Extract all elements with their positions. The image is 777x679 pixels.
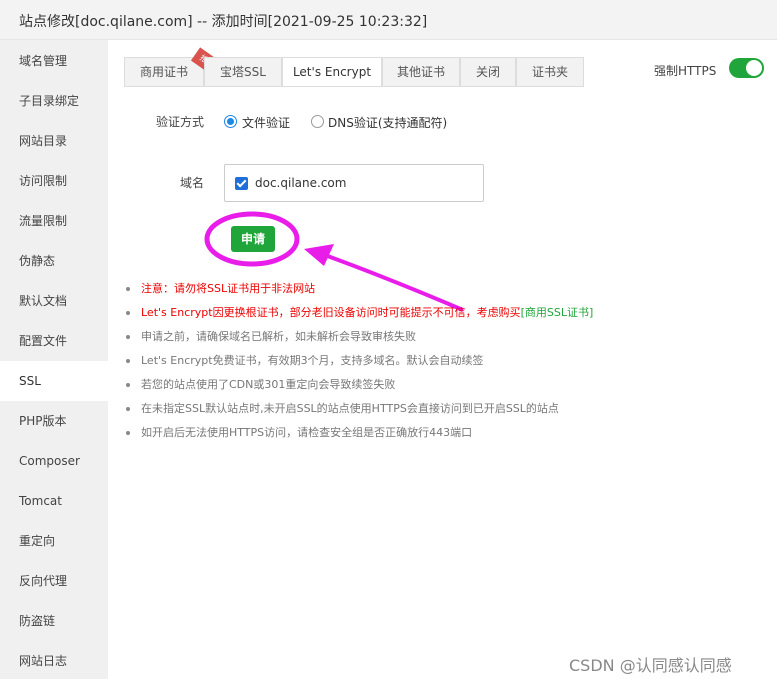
force-https-label: 强制HTTPS bbox=[654, 64, 717, 78]
window-titlebar: 站点修改[doc.qilane.com] -- 添加时间[2021-09-25 … bbox=[0, 0, 777, 40]
ssl-notes-list: 注意：请勿将SSL证书用于非法网站 Let's Encrypt因更换根证书，部分… bbox=[124, 281, 764, 449]
commercial-ssl-link[interactable]: [商用SSL证书] bbox=[521, 306, 594, 319]
sidebar-item-reverse-proxy[interactable]: 反向代理 bbox=[0, 561, 108, 601]
dns-verify-label[interactable]: DNS验证(支持通配符) bbox=[328, 114, 447, 131]
tab-baota-ssl[interactable]: 宝塔SSL bbox=[204, 57, 282, 87]
sidebar-item-default-doc[interactable]: 默认文档 bbox=[0, 281, 108, 321]
note-text: Let's Encrypt因更换根证书，部分老旧设备访问时可能提示不可信，考虑购… bbox=[141, 306, 521, 319]
sidebar-item-site-directory[interactable]: 网站目录 bbox=[0, 121, 108, 161]
tab-close[interactable]: 关闭 bbox=[460, 57, 516, 87]
note-item: 注意：请勿将SSL证书用于非法网站 bbox=[124, 281, 764, 305]
tab-cert-folder[interactable]: 证书夹 bbox=[516, 57, 584, 87]
sidebar-item-subdir-binding[interactable]: 子目录绑定 bbox=[0, 81, 108, 121]
sidebar-item-tomcat[interactable]: Tomcat bbox=[0, 481, 108, 521]
note-item: Let's Encrypt因更换根证书，部分老旧设备访问时可能提示不可信，考虑购… bbox=[124, 305, 764, 329]
toggle-knob bbox=[746, 60, 762, 76]
tab-label: 商用证书 bbox=[139, 65, 188, 79]
ssl-panel: 商用证书 推荐 宝塔SSL Let's Encrypt 其他证书 关闭 证书夹 … bbox=[108, 40, 777, 679]
file-verify-radio[interactable] bbox=[224, 115, 237, 128]
sidebar-item-composer[interactable]: Composer bbox=[0, 441, 108, 481]
sidebar-item-access-limit[interactable]: 访问限制 bbox=[0, 161, 108, 201]
sidebar-item-config-file[interactable]: 配置文件 bbox=[0, 321, 108, 361]
sidebar: 域名管理 子目录绑定 网站目录 访问限制 流量限制 伪静态 默认文档 配置文件 … bbox=[0, 40, 108, 679]
note-item: 如开启后无法使用HTTPS访问，请检查安全组是否正确放行443端口 bbox=[124, 425, 764, 449]
watermark: CSDN @认同感认同感 bbox=[569, 656, 732, 675]
sidebar-item-rewrite[interactable]: 伪静态 bbox=[0, 241, 108, 281]
sidebar-item-traffic-limit[interactable]: 流量限制 bbox=[0, 201, 108, 241]
tab-lets-encrypt[interactable]: Let's Encrypt bbox=[282, 57, 382, 87]
sidebar-item-php-version[interactable]: PHP版本 bbox=[0, 401, 108, 441]
note-item: 若您的站点使用了CDN或301重定向会导致续签失败 bbox=[124, 377, 764, 401]
domain-label: 域名 bbox=[180, 176, 205, 190]
sidebar-item-hotlink-protection[interactable]: 防盗链 bbox=[0, 601, 108, 641]
force-https-toggle[interactable] bbox=[729, 58, 764, 78]
apply-button[interactable]: 申请 bbox=[231, 226, 275, 252]
sidebar-item-site-log[interactable]: 网站日志 bbox=[0, 641, 108, 679]
note-item: 在未指定SSL默认站点时,未开启SSL的站点使用HTTPS会直接访问到已开启SS… bbox=[124, 401, 764, 425]
annotation-arrow-head bbox=[304, 244, 334, 266]
domain-checkbox[interactable] bbox=[235, 177, 248, 190]
verify-method-label: 验证方式 bbox=[156, 115, 205, 129]
sidebar-item-domain[interactable]: 域名管理 bbox=[0, 41, 108, 81]
domain-name[interactable]: doc.qilane.com bbox=[255, 176, 346, 190]
tab-other-cert[interactable]: 其他证书 bbox=[382, 57, 460, 87]
tabs-divider bbox=[124, 86, 584, 87]
sidebar-item-ssl[interactable]: SSL bbox=[0, 361, 108, 401]
domain-list-box: doc.qilane.com bbox=[224, 164, 484, 202]
note-item: Let's Encrypt免费证书，有效期3个月，支持多域名。默认会自动续签 bbox=[124, 353, 764, 377]
sidebar-item-redirect[interactable]: 重定向 bbox=[0, 521, 108, 561]
file-verify-label[interactable]: 文件验证 bbox=[242, 114, 290, 131]
note-item: 申请之前，请确保域名已解析，如未解析会导致审核失败 bbox=[124, 329, 764, 353]
window-title: 站点修改[doc.qilane.com] -- 添加时间[2021-09-25 … bbox=[19, 14, 428, 30]
tab-commercial-cert[interactable]: 商用证书 推荐 bbox=[124, 47, 224, 87]
dns-verify-radio[interactable] bbox=[311, 115, 324, 128]
